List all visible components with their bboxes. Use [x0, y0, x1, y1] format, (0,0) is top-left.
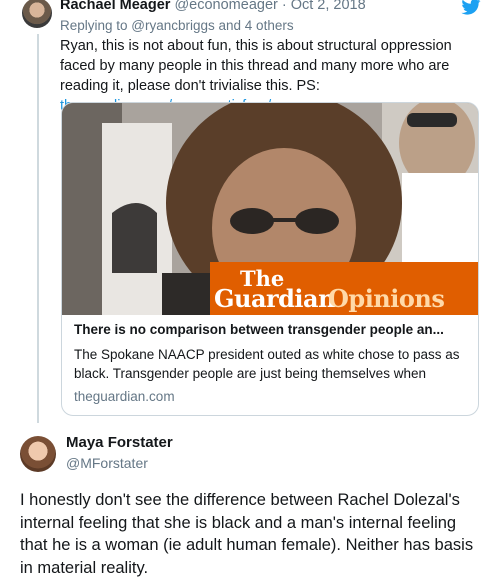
- card-description: The Spokane NAACP president outed as whi…: [74, 347, 460, 381]
- twitter-bird-icon: [461, 0, 481, 15]
- thread-connector-line: [37, 34, 39, 423]
- tweet2-author-name[interactable]: Maya Forstater: [66, 434, 173, 451]
- card-image[interactable]: The Guardian Opinions: [62, 103, 478, 315]
- tweet2-handle[interactable]: @MForstater: [66, 455, 148, 471]
- tweet1-text: Ryan, this is not about fun, this is abo…: [60, 38, 452, 94]
- rachael-meager-avatar[interactable]: [22, 0, 52, 28]
- tweet1-author-name[interactable]: Rachael Meager: [60, 0, 170, 13]
- link-preview-card[interactable]: The Guardian Opinions There is no compar…: [61, 102, 479, 416]
- tweet1-handle-date[interactable]: @economeager · Oct 2, 2018: [170, 0, 365, 13]
- replying-to-label[interactable]: Replying to @ryancbriggs and 4 others: [60, 18, 294, 33]
- maya-forstater-avatar[interactable]: [20, 436, 56, 472]
- card-body: There is no comparison between transgend…: [74, 321, 469, 404]
- card-domain[interactable]: theguardian.com: [74, 389, 469, 404]
- tweet1-header: Rachael Meager @economeager · Oct 2, 201…: [60, 0, 366, 13]
- guardian-opinions-logo: The Guardian Opinions: [210, 262, 478, 315]
- guardian-logo-opinions: Opinions: [328, 284, 445, 313]
- card-title[interactable]: There is no comparison between transgend…: [74, 321, 469, 339]
- guardian-logo-name: Guardian: [214, 284, 336, 313]
- tweet2-body: I honestly don't see the difference betw…: [20, 491, 474, 577]
